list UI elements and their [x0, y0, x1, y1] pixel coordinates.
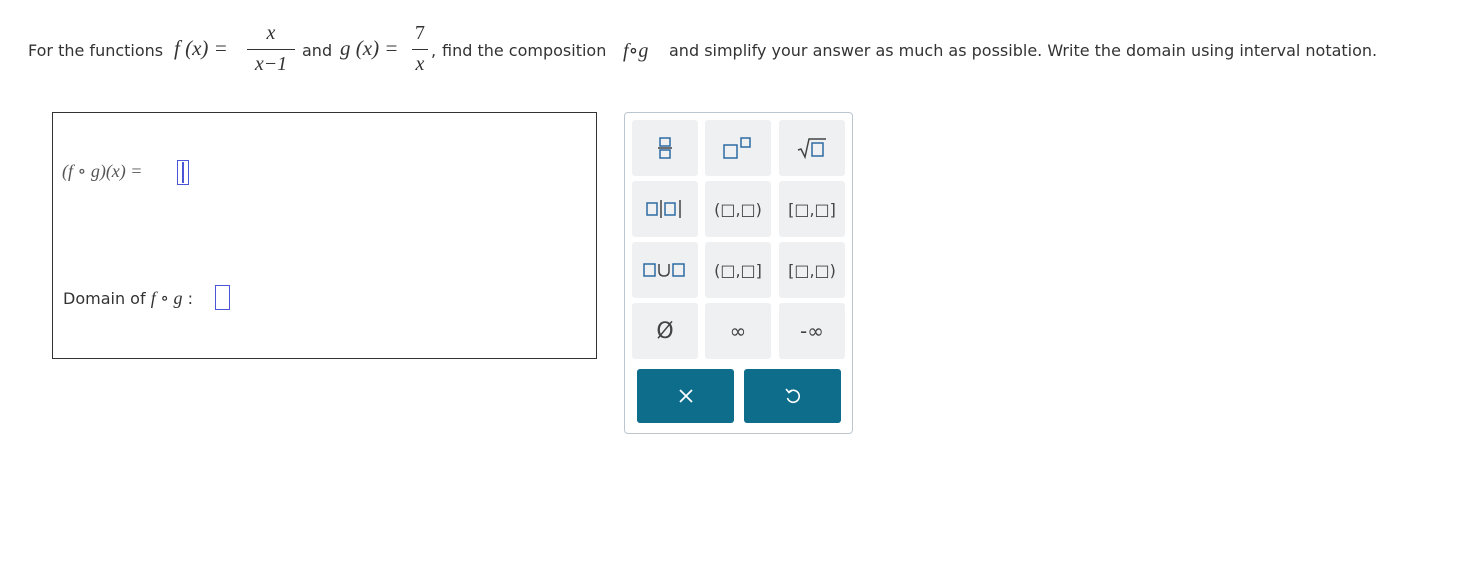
open-interval-key[interactable]: (□,□) [705, 181, 771, 237]
abs-key[interactable] [632, 181, 698, 237]
composition-answer-input[interactable] [177, 160, 189, 185]
closed-interval-key[interactable]: [□,□] [779, 181, 845, 237]
g-numerator: 7 [415, 22, 425, 44]
sqrt-key[interactable] [779, 120, 845, 176]
domain-answer-input[interactable] [215, 285, 230, 310]
negative-infinity-label: -∞ [800, 319, 824, 343]
problem-instruction-start: find the composition [442, 41, 607, 60]
domain-label: Domain of f ∘ g : [63, 288, 193, 309]
closed-interval-label: [□,□] [788, 199, 836, 219]
problem-and: and [302, 41, 333, 60]
g-fraction-bar [412, 49, 428, 50]
g-denominator: x [415, 53, 425, 75]
f-denominator: x−1 [254, 53, 288, 75]
sqrt-icon [797, 138, 826, 159]
open-interval-label: (□,□) [714, 199, 762, 219]
empty-set-key[interactable]: Ø [632, 303, 698, 359]
answer-box: (f ∘ g)(x) = Domain of f ∘ g : [52, 112, 597, 359]
infinity-label: ∞ [729, 319, 747, 343]
fraction-icon [658, 137, 672, 159]
exponent-icon [723, 137, 751, 159]
infinity-key[interactable]: ∞ [705, 303, 771, 359]
right-open-interval-label: [□,□) [788, 260, 836, 280]
text-caret [182, 162, 184, 183]
fog-symbol: f∘g [623, 40, 649, 62]
right-open-interval-key[interactable]: [□,□) [779, 242, 845, 298]
negative-infinity-key[interactable]: -∞ [779, 303, 845, 359]
union-key[interactable] [632, 242, 698, 298]
undo-icon [784, 388, 800, 404]
math-keypad: (□,□) [□,□] (□,□] [□,□) Ø ∞ -∞ [624, 112, 853, 434]
f-numerator: x [266, 22, 276, 44]
union-icon [643, 263, 685, 277]
domain-label-fog: f ∘ g [150, 288, 183, 308]
f-fraction: x x−1 [247, 22, 295, 82]
problem-instruction-end: and simplify your answer as much as poss… [669, 41, 1378, 60]
abs-icon [646, 200, 681, 218]
left-open-interval-label: (□,□] [714, 260, 762, 280]
clear-button[interactable] [637, 369, 734, 423]
problem-comma: , [431, 41, 437, 60]
g-function-label: g (x) = [340, 36, 399, 60]
problem-statement: For the functions f (x) = x x−1 and g (x… [28, 22, 1468, 82]
g-fraction: 7 x [412, 22, 428, 82]
fraction-key[interactable] [632, 120, 698, 176]
f-function-label: f (x) = [174, 36, 228, 60]
undo-button[interactable] [744, 369, 841, 423]
problem-prefix: For the functions [28, 41, 164, 60]
left-open-interval-key[interactable]: (□,□] [705, 242, 771, 298]
close-icon [678, 389, 693, 403]
domain-label-colon: : [187, 289, 193, 308]
composition-expression: (f ∘ g)(x) = [62, 161, 143, 181]
exponent-key[interactable] [705, 120, 771, 176]
f-fraction-bar [247, 49, 295, 50]
domain-label-text: Domain of [63, 289, 146, 308]
empty-set-label: Ø [656, 318, 674, 344]
